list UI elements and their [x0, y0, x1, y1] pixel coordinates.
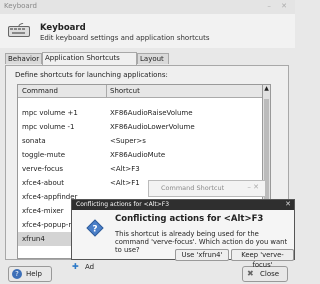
question-icon: ? [86, 219, 104, 237]
column-separator [106, 85, 107, 97]
keep-verve-focus-button[interactable]: Keep 'verve-focus' [231, 249, 294, 269]
row-command: toggle-mute [22, 151, 65, 159]
column-header-command[interactable]: Command [22, 87, 58, 95]
row-command: mpc volume -1 [22, 123, 75, 131]
add-button-label: Ad [84, 263, 95, 271]
window-controls[interactable]: – ✕ [267, 2, 291, 10]
keyboard-icon [8, 23, 30, 37]
table-row[interactable]: verve-focus <Alt>F3 [18, 162, 263, 176]
conflict-dialog-titlebar-text: Conflicting actions for <Alt>F3 [76, 201, 170, 208]
row-command: xfce4-popup-no [22, 221, 78, 229]
row-command: mpc volume +1 [22, 109, 78, 117]
close-icon: ✖ [247, 269, 254, 278]
header-subtitle: Edit keyboard settings and application s… [40, 34, 210, 42]
add-button[interactable]: ✚ Ad [72, 262, 122, 276]
dialog-header: Keyboard Edit keyboard settings and appl… [0, 14, 295, 48]
row-command: xfce4-about [22, 179, 64, 187]
tab-layout[interactable]: Layout [137, 53, 169, 64]
table-row[interactable]: mpc volume +1 XF86AudioRaiseVolume [18, 106, 263, 120]
scroll-up-icon[interactable]: ▲ [263, 85, 270, 94]
row-shortcut: <Super>s [110, 137, 146, 145]
header-title: Keyboard [40, 23, 86, 33]
window-controls[interactable]: – ✕ [247, 183, 259, 191]
window-titlebar: Keyboard – ✕ [0, 0, 295, 15]
row-command: xfce4-mixer [22, 207, 64, 215]
tab-behavior[interactable]: Behavior [5, 53, 42, 64]
conflict-dialog-titlebar: Conflicting actions for <Alt>F3 ✕ [72, 200, 294, 210]
row-shortcut: XF86AudioRaiseVolume [110, 109, 193, 117]
row-command: xfce4-appfinder [22, 193, 78, 201]
row-shortcut: <Alt>F3 [110, 165, 140, 173]
conflict-dialog-heading: Conflicting actions for <Alt>F3 [115, 214, 264, 224]
close-button-label: Close [260, 270, 280, 278]
conflict-dialog: Conflicting actions for <Alt>F3 ✕ ? Conf… [71, 199, 295, 269]
table-row[interactable]: mpc volume -1 XF86AudioLowerVolume [18, 120, 263, 134]
column-header-shortcut[interactable]: Shortcut [110, 87, 140, 95]
help-icon: ? [12, 269, 22, 279]
row-shortcut: XF86AudioLowerVolume [110, 123, 195, 131]
table-row[interactable]: sonata <Super>s [18, 134, 263, 148]
svg-text:?: ? [92, 225, 97, 235]
row-command: verve-focus [22, 165, 63, 173]
panel-label: Define shortcuts for launching applicati… [15, 71, 168, 79]
help-button[interactable]: ? Help [8, 266, 52, 282]
row-shortcut: XF86AudioMute [110, 151, 166, 159]
dialog-close-icon[interactable]: ✕ [285, 200, 291, 208]
tab-application-shortcuts[interactable]: Application Shortcuts [42, 52, 137, 65]
table-header: Command Shortcut [18, 85, 263, 98]
row-command: sonata [22, 137, 46, 145]
command-shortcut-title: Command Shortcut [161, 184, 225, 192]
command-shortcut-window[interactable]: Command Shortcut – ✕ [148, 180, 266, 197]
row-command: xfrun4 [22, 235, 45, 243]
table-row[interactable]: toggle-mute XF86AudioMute [18, 148, 263, 162]
add-icon: ✚ [72, 262, 79, 271]
use-xfrun4-button[interactable]: Use 'xfrun4' [175, 249, 229, 261]
row-shortcut: <Alt>F1 [110, 179, 140, 187]
window-title: Keyboard [4, 2, 37, 10]
help-button-label: Help [26, 270, 42, 278]
